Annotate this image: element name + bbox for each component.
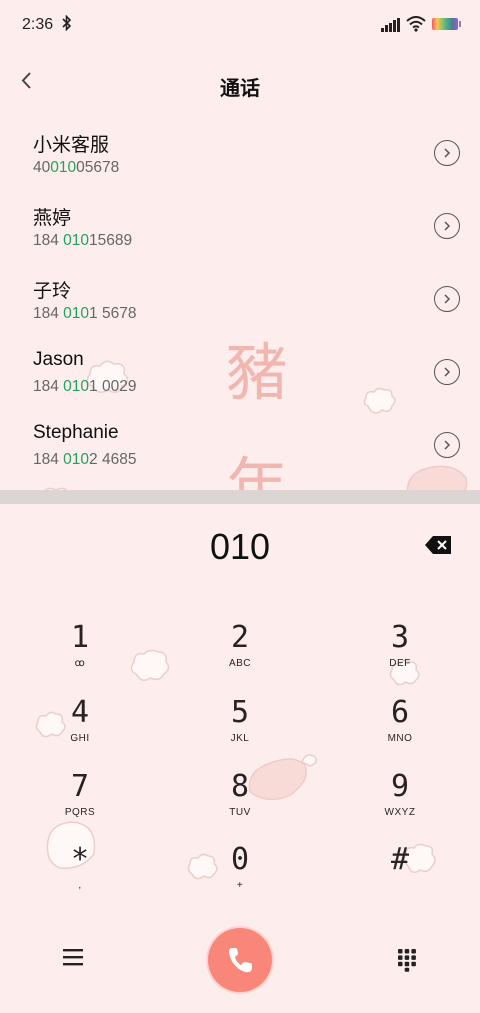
contact-name: 小米客服 (33, 135, 110, 156)
chevron-right-icon (444, 221, 451, 231)
key-star[interactable]: * , (20, 842, 140, 908)
status-time: 2:36 (22, 16, 54, 33)
chevron-right-icon (444, 440, 451, 450)
key-8[interactable]: 8 TUV (180, 769, 300, 835)
chevron-right-icon (444, 148, 451, 158)
key-5[interactable]: 5 JKL (180, 695, 300, 761)
contact-number: 4001005678 (33, 159, 120, 176)
key-6[interactable]: 6 MNO (340, 695, 460, 761)
list-item[interactable]: Stephanie 184 0102 4685 (0, 410, 480, 483)
chevron-right-icon (444, 367, 451, 377)
key-3[interactable]: 3 DEF (340, 620, 460, 686)
contact-number: 184 0102 4685 (33, 451, 137, 468)
list-item[interactable]: Jason 184 0101 0029 (0, 337, 480, 410)
contact-name: 子玲 (33, 281, 72, 302)
list-item[interactable]: 子玲 184 0101 5678 (0, 264, 480, 337)
battery-icon (432, 18, 461, 30)
bluetooth-icon (62, 14, 72, 36)
key-7[interactable]: 7 PQRS (20, 769, 140, 835)
page-title: 通话 (220, 78, 260, 100)
contact-detail-button[interactable] (434, 213, 460, 239)
status-bar: 2:36 (0, 0, 480, 52)
keypad-icon[interactable] (397, 948, 417, 972)
contact-detail-button[interactable] (434, 359, 460, 385)
list-item[interactable]: 小米客服 4001005678 (0, 118, 480, 191)
key-4[interactable]: 4 GHI (20, 695, 140, 761)
contact-name: Stephanie (33, 422, 119, 443)
bottom-bar (0, 920, 480, 1013)
menu-icon[interactable] (62, 948, 84, 966)
contact-detail-button[interactable] (434, 432, 460, 458)
chevron-right-icon (444, 294, 451, 304)
list-item[interactable]: 燕婷 184 01015689 (0, 191, 480, 264)
contact-detail-button[interactable] (434, 140, 460, 166)
entered-number: 010 (209, 526, 271, 567)
key-2[interactable]: 2 ABC (180, 620, 300, 686)
header: 通话 (0, 58, 480, 110)
backspace-button[interactable] (424, 534, 454, 556)
contact-number: 184 01015689 (33, 232, 133, 249)
contact-name: Jason (33, 349, 84, 370)
phone-icon (229, 948, 252, 973)
contact-name: 燕婷 (33, 208, 72, 229)
backspace-icon (425, 536, 451, 554)
wifi-icon (406, 16, 426, 37)
call-button[interactable] (208, 928, 272, 992)
contact-number: 184 0101 5678 (33, 305, 137, 322)
contact-number: 184 0101 0029 (33, 378, 137, 395)
key-hash[interactable]: # (340, 842, 460, 908)
panel-divider[interactable] (0, 490, 480, 504)
key-0[interactable]: 0 + (180, 842, 300, 908)
key-9[interactable]: 9 WXYZ (340, 769, 460, 835)
key-1[interactable]: 1 ꝏ (20, 620, 140, 686)
signal-icon (381, 18, 401, 37)
contact-detail-button[interactable] (434, 286, 460, 312)
